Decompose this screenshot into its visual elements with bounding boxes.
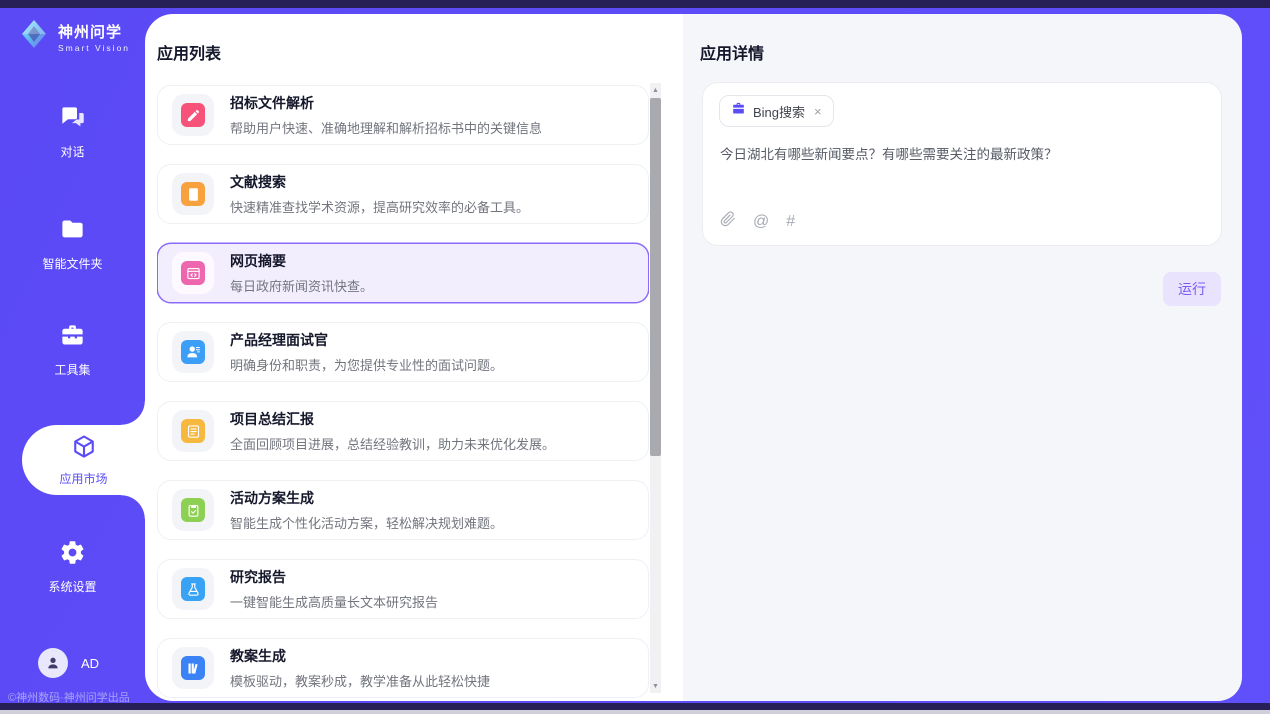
flask-icon (181, 577, 205, 601)
app-title: 教案生成 (230, 646, 490, 666)
list-scrollbar[interactable]: ▲ ▼ (650, 83, 661, 693)
run-button[interactable]: 运行 (1163, 272, 1221, 306)
person-icon (45, 655, 61, 671)
sidebar-item-chat[interactable]: 对话 (0, 104, 145, 160)
app-detail-title: 应用详情 (700, 40, 764, 64)
window-bottom-edge (0, 710, 1270, 714)
sidebar-item-label: 工具集 (54, 361, 90, 378)
window-bottom-strip (0, 703, 1270, 710)
sidebar-item-label: 智能文件夹 (42, 255, 102, 272)
window-top-strip (0, 0, 1270, 8)
app-title: 网页摘要 (230, 251, 373, 271)
user-profile[interactable]: AD (38, 648, 99, 678)
tool-tag-bing-search[interactable]: Bing搜索 × (719, 95, 834, 127)
app-title: 活动方案生成 (230, 488, 503, 508)
brand-name: 神州问学 (58, 21, 130, 42)
brand-subtitle: Smart Vision (58, 43, 130, 53)
app-desc: 明确身份和职责，为您提供专业性的面试问题。 (230, 355, 503, 374)
app-item-literature-search[interactable]: 文献搜索 快速精准查找学术资源，提高研究效率的必备工具。 (157, 164, 649, 224)
sidebar: 神州问学 Smart Vision 对话 智能文件夹 工具集 (0, 8, 145, 701)
app-title: 招标文件解析 (230, 93, 542, 113)
chat-icon (59, 104, 86, 136)
app-window: 神州问学 Smart Vision 对话 智能文件夹 工具集 (0, 0, 1270, 714)
app-detail-panel: 应用详情 Bing搜索 × 今日湖北有哪些新闻要点？有哪些需要关注的最新政策？ … (683, 14, 1242, 701)
app-desc: 帮助用户快速、准确地理解和解析招标书中的关键信息 (230, 118, 542, 137)
book-icon (181, 182, 205, 206)
app-icon-box (172, 94, 214, 136)
app-desc: 模板驱动，教案秒成，教学准备从此轻松快捷 (230, 671, 490, 690)
app-icon-box (172, 410, 214, 452)
app-desc: 快速精准查找学术资源，提高研究效率的必备工具。 (230, 197, 529, 216)
brand: 神州问学 Smart Vision (18, 18, 130, 55)
sidebar-item-label: 系统设置 (48, 578, 96, 595)
app-item-event-plan[interactable]: 活动方案生成 智能生成个性化活动方案，轻松解决规划难题。 (157, 480, 649, 540)
app-desc: 全面回顾项目进展，总结经验教训，助力未来优化发展。 (230, 434, 555, 453)
browser-code-icon (181, 261, 205, 285)
app-item-bid-analysis[interactable]: 招标文件解析 帮助用户快速、准确地理解和解析招标书中的关键信息 (157, 85, 649, 145)
app-title: 文献搜索 (230, 172, 529, 192)
sidebar-item-settings[interactable]: 系统设置 (0, 539, 145, 595)
app-icon-box (172, 252, 214, 294)
app-icon-box (172, 173, 214, 215)
app-list-title: 应用列表 (157, 40, 221, 64)
mention-icon[interactable]: @ (753, 214, 769, 230)
app-item-pm-interviewer[interactable]: 产品经理面试官 明确身份和职责，为您提供专业性的面试问题。 (157, 322, 649, 382)
hash-icon[interactable]: # (786, 214, 795, 230)
sidebar-item-smart-folders[interactable]: 智能文件夹 (0, 216, 145, 272)
toolbox-icon (59, 322, 86, 354)
books-icon (181, 656, 205, 680)
avatar (38, 648, 68, 678)
sidebar-item-label: 对话 (60, 143, 84, 160)
app-list-panel: 应用列表 招标文件解析 帮助用户快速、准确地理解和解析招标书中的关键信息 文献搜… (145, 14, 683, 701)
app-title: 产品经理面试官 (230, 330, 503, 350)
close-icon[interactable]: × (814, 104, 822, 119)
app-item-web-summary[interactable]: 网页摘要 每日政府新闻资讯快查。 (157, 243, 649, 303)
scroll-up-icon[interactable]: ▲ (650, 84, 661, 96)
sidebar-item-app-market[interactable]: 应用市场 (22, 425, 145, 495)
attachment-toolbar: @ # (720, 211, 795, 232)
folder-icon (59, 216, 86, 248)
app-title: 项目总结汇报 (230, 409, 555, 429)
brand-logo-icon (18, 18, 50, 55)
user-name: AD (81, 656, 99, 671)
content-window: 应用列表 招标文件解析 帮助用户快速、准确地理解和解析招标书中的关键信息 文献搜… (145, 14, 1242, 701)
scroll-down-icon[interactable]: ▼ (650, 680, 661, 692)
app-desc: 每日政府新闻资讯快查。 (230, 276, 373, 295)
tool-tag-label: Bing搜索 (753, 102, 805, 121)
app-icon-box (172, 647, 214, 689)
cube-icon (70, 433, 98, 466)
app-desc: 一键智能生成高质量长文本研究报告 (230, 592, 438, 611)
app-icon-box (172, 568, 214, 610)
app-title: 研究报告 (230, 567, 438, 587)
app-item-research-report[interactable]: 研究报告 一键智能生成高质量长文本研究报告 (157, 559, 649, 619)
clipboard-check-icon (181, 498, 205, 522)
sidebar-item-toolset[interactable]: 工具集 (0, 322, 145, 378)
app-item-lesson-plan[interactable]: 教案生成 模板驱动，教案秒成，教学准备从此轻松快捷 (157, 638, 649, 698)
sidebar-item-label: 应用市场 (59, 470, 107, 487)
app-icon-box (172, 331, 214, 373)
interviewer-icon (181, 340, 205, 364)
app-desc: 智能生成个性化活动方案，轻松解决规划难题。 (230, 513, 503, 532)
briefcase-icon (731, 101, 746, 121)
gear-icon (59, 539, 86, 571)
note-icon (181, 419, 205, 443)
app-list: 招标文件解析 帮助用户快速、准确地理解和解析招标书中的关键信息 文献搜索 快速精… (157, 83, 649, 699)
query-input[interactable]: 今日湖北有哪些新闻要点？有哪些需要关注的最新政策？ (720, 145, 1200, 165)
scrollbar-thumb[interactable] (650, 98, 661, 456)
paperclip-icon[interactable] (720, 211, 736, 232)
edit-document-icon (181, 103, 205, 127)
app-item-project-summary[interactable]: 项目总结汇报 全面回顾项目进展，总结经验教训，助力未来优化发展。 (157, 401, 649, 461)
app-icon-box (172, 489, 214, 531)
prompt-card: Bing搜索 × 今日湖北有哪些新闻要点？有哪些需要关注的最新政策？ @ # (702, 82, 1222, 246)
